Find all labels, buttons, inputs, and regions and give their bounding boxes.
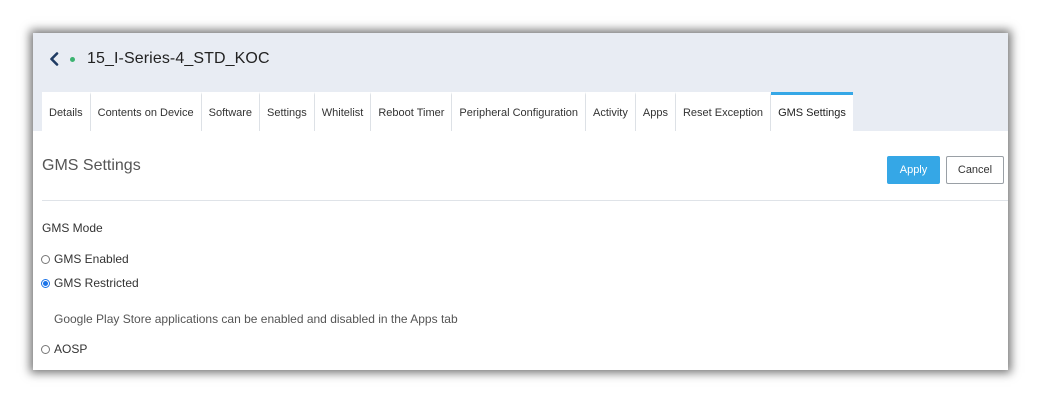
radio-label: AOSP xyxy=(54,342,88,356)
status-dot-icon xyxy=(70,56,75,62)
tab-bar: Details Contents on Device Software Sett… xyxy=(42,92,853,131)
tab-label: Peripheral Configuration xyxy=(459,107,579,119)
radio-aosp[interactable]: AOSP xyxy=(41,342,87,356)
tab-label: Apps xyxy=(642,107,668,119)
tab-label: Settings xyxy=(267,107,307,119)
device-name: 15_I-Series-4_STD_KOC xyxy=(87,50,270,67)
radio-label: GMS Enabled xyxy=(54,252,129,266)
gms-mode-label: GMS Mode xyxy=(42,221,103,235)
chevron-left-icon xyxy=(50,52,59,66)
tab-activity[interactable]: Activity xyxy=(586,92,636,131)
radio-label: GMS Restricted xyxy=(54,276,139,290)
radio-button[interactable] xyxy=(41,344,50,354)
tab-label: Details xyxy=(49,107,83,119)
tab-label: Reboot Timer xyxy=(378,107,445,119)
tab-details[interactable]: Details xyxy=(42,92,91,131)
tab-label: Activity xyxy=(593,107,628,119)
radio-gms-restricted[interactable]: GMS Restricted xyxy=(41,276,139,290)
tab-apps[interactable]: Apps xyxy=(635,92,676,131)
radio-gms-enabled[interactable]: GMS Enabled xyxy=(41,252,129,266)
back-button[interactable] xyxy=(45,48,63,70)
tab-label: Software xyxy=(208,107,253,119)
tab-label: Whitelist xyxy=(321,107,364,119)
tab-whitelist[interactable]: Whitelist xyxy=(314,92,372,131)
tab-gms-settings[interactable]: GMS Settings xyxy=(771,92,853,131)
tab-reboot-timer[interactable]: Reboot Timer xyxy=(371,92,453,131)
tab-label: GMS Settings xyxy=(778,107,846,119)
cancel-button[interactable]: Cancel xyxy=(946,156,1004,184)
device-detail-panel: 15_I-Series-4_STD_KOC Details Contents o… xyxy=(33,33,1008,370)
radio-button[interactable] xyxy=(41,254,50,264)
section-title: GMS Settings xyxy=(42,157,141,174)
tab-label: Contents on Device xyxy=(97,107,194,119)
tab-label: Reset Exception xyxy=(682,107,764,119)
section-divider xyxy=(42,200,1008,201)
tab-peripheral-configuration[interactable]: Peripheral Configuration xyxy=(452,92,587,131)
tab-software[interactable]: Software xyxy=(201,92,261,131)
radio-button[interactable] xyxy=(41,278,50,288)
tab-reset-exception[interactable]: Reset Exception xyxy=(675,92,772,131)
tab-settings[interactable]: Settings xyxy=(260,92,315,131)
title-row: 15_I-Series-4_STD_KOC xyxy=(45,47,270,71)
device-header: 15_I-Series-4_STD_KOC Details Contents o… xyxy=(33,33,1008,131)
apply-button[interactable]: Apply xyxy=(887,156,940,184)
tab-contents-on-device[interactable]: Contents on Device xyxy=(90,92,202,131)
restricted-hint-text: Google Play Store applications can be en… xyxy=(54,312,458,326)
